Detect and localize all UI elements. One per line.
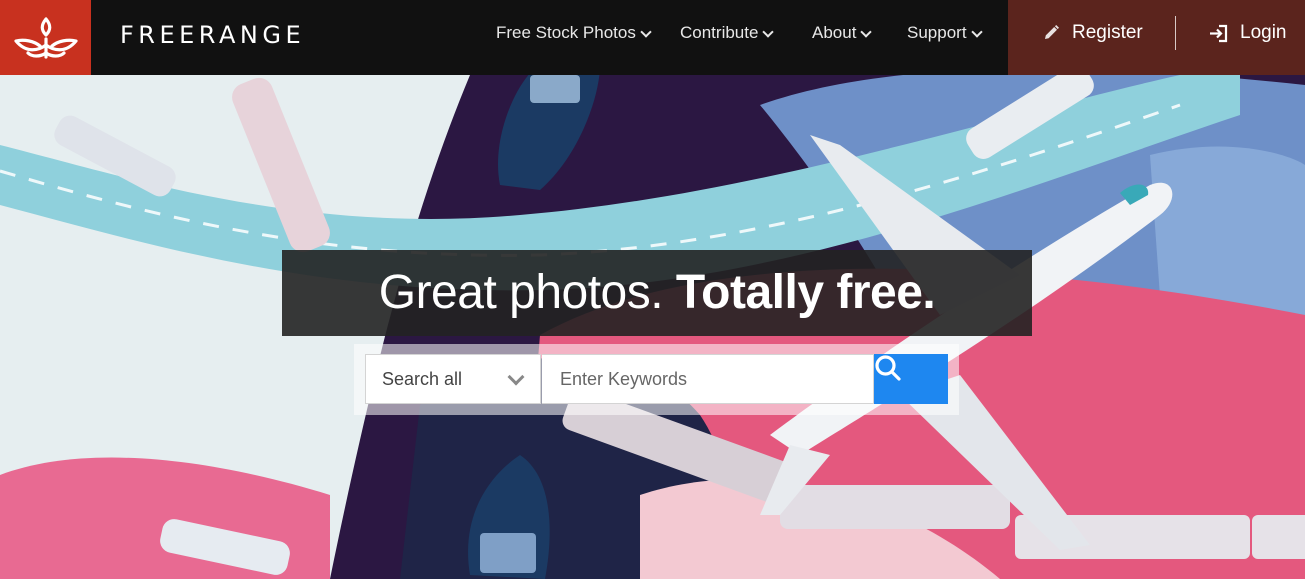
login-label: Login	[1240, 22, 1287, 43]
pencil-icon	[1042, 24, 1060, 42]
nav-free-stock-photos[interactable]: Free Stock Photos	[496, 22, 652, 44]
site-logo[interactable]	[0, 0, 91, 75]
chevron-down-icon	[970, 26, 983, 38]
hero-headline-box: Great photos. Totally free.	[282, 250, 1032, 336]
search-icon	[875, 355, 901, 381]
nav-about-label: About	[812, 23, 857, 42]
freerange-bird-logo-icon	[13, 16, 78, 59]
top-navigation-bar: FREERANGE Free Stock Photos Contribute A…	[0, 0, 1305, 75]
register-label: Register	[1072, 22, 1143, 43]
hero-headline: Great photos. Totally free.	[379, 265, 936, 321]
chevron-down-icon	[640, 26, 652, 38]
chevron-down-icon	[860, 26, 873, 38]
nav-free-stock-photos-label: Free Stock Photos	[496, 23, 636, 42]
search-input[interactable]	[542, 354, 874, 404]
hero-section: Great photos. Totally free. Search all	[0, 75, 1305, 579]
auth-divider	[1175, 16, 1176, 50]
nav-about[interactable]: About	[812, 22, 873, 44]
search-scope-label: Search all	[382, 368, 463, 389]
nav-support-label: Support	[907, 23, 967, 42]
login-icon	[1209, 24, 1228, 43]
search-button[interactable]	[874, 354, 948, 404]
brand-name[interactable]: FREERANGE	[120, 20, 305, 50]
chevron-down-icon	[507, 368, 525, 386]
nav-contribute[interactable]: Contribute	[680, 22, 775, 44]
headline-light-text: Great photos.	[378, 266, 676, 319]
chevron-down-icon	[762, 26, 775, 38]
nav-contribute-label: Contribute	[680, 23, 759, 42]
nav-support[interactable]: Support	[907, 22, 983, 44]
headline-bold-text: Totally free.	[675, 266, 936, 319]
search-scope-select[interactable]: Search all	[365, 354, 541, 404]
register-button[interactable]: Register	[1042, 21, 1143, 45]
login-button[interactable]: Login	[1209, 21, 1287, 45]
